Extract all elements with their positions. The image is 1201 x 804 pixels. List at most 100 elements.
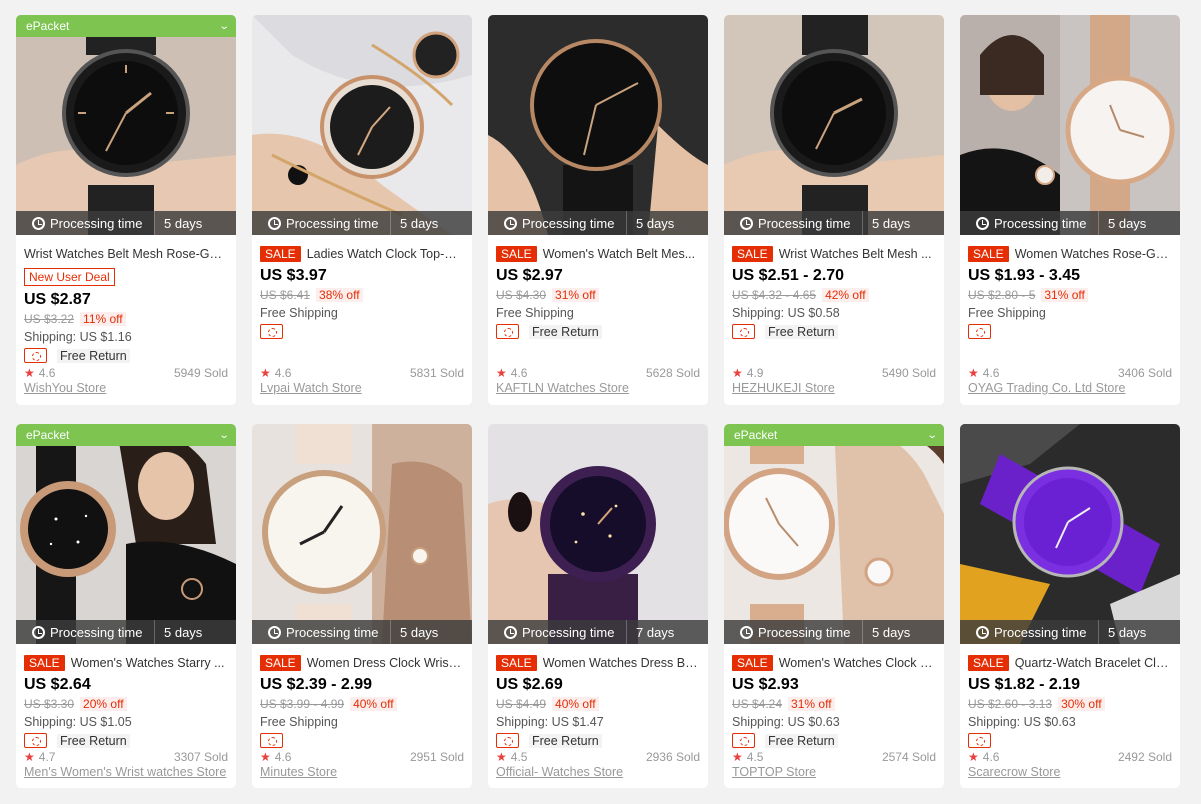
- discount-badge: 31% off: [552, 288, 599, 302]
- processing-days: 5 days: [164, 624, 203, 640]
- chevron-down-icon: ⌄: [218, 20, 230, 32]
- sale-badge: SALE: [968, 654, 1009, 671]
- product-card[interactable]: Processing time 5 days SALE Women Dress C…: [252, 424, 472, 788]
- original-price: US $3.22: [24, 312, 75, 326]
- discount-badge: 42% off: [822, 288, 869, 302]
- product-card[interactable]: Processing time 5 days SALE Women Watches…: [960, 15, 1180, 405]
- original-price: US $2.80 - 5: [968, 288, 1036, 302]
- sold-count: 2492 Sold: [1117, 750, 1172, 764]
- rating: ★ 4.5: [496, 750, 528, 764]
- rating: ★ 4.6: [968, 366, 1000, 380]
- free-return-icon: [968, 324, 991, 339]
- product-price: US $2.51 - 2.70: [732, 267, 845, 284]
- rating: ★ 4.6: [260, 366, 292, 380]
- product-title[interactable]: SALE Women Watches Rose-Gol...: [968, 245, 1172, 262]
- product-image[interactable]: ePacket ⌄ Processing time 5 days: [16, 424, 236, 644]
- product-price: US $1.82 - 2.19: [968, 676, 1081, 693]
- processing-days: 5 days: [1108, 215, 1147, 231]
- product-card[interactable]: Processing time 5 days SALE Quartz-Watch …: [960, 424, 1180, 788]
- free-return-label: Free Return: [765, 324, 838, 339]
- product-card[interactable]: Processing time 5 days SALE Women's Watch…: [488, 15, 708, 405]
- epacket-badge: ePacket ⌄: [16, 424, 236, 446]
- product-card[interactable]: ePacket ⌄ Processing time 5 days SALE Wome…: [724, 424, 944, 788]
- processing-time-bar: Processing time 5 days: [252, 211, 472, 235]
- original-price: US $4.32 - 4.65: [732, 288, 817, 302]
- store-link[interactable]: Men's Women's Wrist watches Store: [24, 765, 228, 781]
- processing-time-bar: Processing time 5 days: [488, 211, 708, 235]
- product-price: US $2.93: [732, 676, 799, 693]
- product-card[interactable]: Processing time 5 days SALE Wrist Watches…: [724, 15, 944, 405]
- star-icon: ★: [968, 750, 979, 764]
- product-title[interactable]: SALE Women Watches Dress Be...: [496, 654, 700, 671]
- product-card[interactable]: Processing time 5 days SALE Ladies Watch …: [252, 15, 472, 405]
- product-title[interactable]: SALE Quartz-Watch Bracelet Clo...: [968, 654, 1172, 671]
- store-link[interactable]: Official- Watches Store: [496, 765, 700, 781]
- product-image[interactable]: Processing time 7 days: [488, 424, 708, 644]
- processing-time-bar: Processing time 5 days: [960, 620, 1180, 644]
- store-link[interactable]: HEZHUKEJI Store: [732, 381, 936, 397]
- store-link[interactable]: Scarecrow Store: [968, 765, 1172, 781]
- processing-days: 5 days: [1108, 624, 1147, 640]
- product-price: US $2.39 - 2.99: [260, 676, 373, 693]
- store-link[interactable]: OYAG Trading Co. Ltd Store: [968, 381, 1172, 397]
- store-link[interactable]: Lvpai Watch Store: [260, 381, 464, 397]
- chevron-down-icon: ⌄: [218, 429, 230, 441]
- product-card[interactable]: ePacket ⌄ Processing time 5 days Wrist Wa…: [16, 15, 236, 405]
- discount-badge: 40% off: [552, 697, 599, 711]
- store-link[interactable]: TOPTOP Store: [732, 765, 936, 781]
- original-price: US $2.60 - 3.13: [968, 697, 1053, 711]
- product-title[interactable]: SALE Women's Watches Starry ...: [24, 654, 228, 671]
- product-image[interactable]: Processing time 5 days: [252, 424, 472, 644]
- free-return-icon: [260, 733, 283, 748]
- shipping-info: Shipping: US $1.05: [24, 715, 132, 729]
- processing-days: 5 days: [872, 215, 911, 231]
- product-image[interactable]: ePacket ⌄ Processing time 5 days: [724, 424, 944, 644]
- sold-count: 3307 Sold: [173, 750, 228, 764]
- free-return-icon: [496, 324, 519, 339]
- product-title[interactable]: SALE Ladies Watch Clock Top-St...: [260, 245, 464, 262]
- free-return-label: Free Return: [529, 324, 602, 339]
- product-image[interactable]: Processing time 5 days: [960, 424, 1180, 644]
- product-title[interactable]: SALE Wrist Watches Belt Mesh ...: [732, 245, 936, 262]
- product-image[interactable]: Processing time 5 days: [960, 15, 1180, 235]
- sale-badge: SALE: [732, 245, 773, 262]
- star-icon: ★: [732, 750, 743, 764]
- product-title[interactable]: SALE Women Dress Clock Wrist-...: [260, 654, 464, 671]
- free-return-icon: [732, 733, 755, 748]
- product-title[interactable]: SALE Women's Watch Belt Mes...: [496, 245, 700, 262]
- original-price: US $4.30: [496, 288, 547, 302]
- product-image[interactable]: Processing time 5 days: [488, 15, 708, 235]
- sale-badge: SALE: [496, 654, 537, 671]
- rating: ★ 4.9: [732, 366, 764, 380]
- discount-badge: 40% off: [350, 697, 397, 711]
- store-link[interactable]: WishYou Store: [24, 381, 228, 397]
- discount-badge: 38% off: [316, 288, 363, 302]
- rating: ★ 4.6: [968, 750, 1000, 764]
- product-price: US $2.97: [496, 267, 563, 284]
- product-image[interactable]: Processing time 5 days: [252, 15, 472, 235]
- product-price: US $2.87: [24, 291, 91, 308]
- clock-icon: [504, 625, 517, 639]
- product-price: US $1.93 - 3.45: [968, 267, 1081, 284]
- clock-icon: [976, 625, 989, 639]
- product-card[interactable]: ePacket ⌄ Processing time 5 days SALE Wome…: [16, 424, 236, 788]
- free-return-icon: [968, 733, 991, 748]
- product-title[interactable]: Wrist Watches Belt Mesh Rose-Gol...: [24, 245, 228, 262]
- rating: ★ 4.7: [24, 750, 56, 764]
- sold-count: 5949 Sold: [173, 366, 228, 380]
- processing-days: 5 days: [164, 215, 203, 231]
- product-image[interactable]: ePacket ⌄ Processing time 5 days: [16, 15, 236, 235]
- store-link[interactable]: Minutes Store: [260, 765, 464, 781]
- clock-icon: [740, 216, 753, 230]
- sold-count: 2574 Sold: [881, 750, 936, 764]
- original-price: US $4.24: [732, 697, 783, 711]
- processing-time-bar: Processing time 5 days: [252, 620, 472, 644]
- store-link[interactable]: KAFTLN Watches Store: [496, 381, 700, 397]
- product-image[interactable]: Processing time 5 days: [724, 15, 944, 235]
- discount-badge: 30% off: [1058, 697, 1105, 711]
- product-card[interactable]: Processing time 7 days SALE Women Watches…: [488, 424, 708, 788]
- product-title[interactable]: SALE Women's Watches Clock Z...: [732, 654, 936, 671]
- free-return-icon: [24, 348, 47, 363]
- shipping-info: Free Shipping: [968, 306, 1046, 320]
- processing-time-bar: Processing time 5 days: [960, 211, 1180, 235]
